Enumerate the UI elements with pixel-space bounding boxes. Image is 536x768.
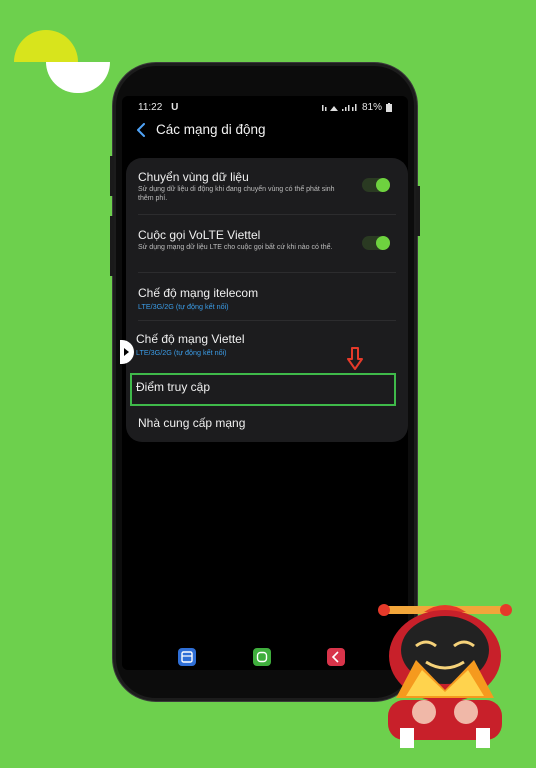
page-title: Các mạng di động [156,122,266,137]
phone-bixby-button [110,216,114,276]
edge-panel-handle[interactable] [120,340,134,364]
setting-title: Chế độ mạng Viettel [136,332,245,346]
battery-icon [386,102,392,112]
home-icon[interactable] [253,648,271,666]
chevron-left-icon[interactable] [136,122,146,137]
back-icon[interactable] [327,648,345,666]
phone-volume-button [110,156,114,196]
setting-subtitle: LTE/3G/2G (tự động kết nối) [138,302,229,311]
access-point-highlight-box [130,373,396,406]
recent-apps-icon[interactable] [178,648,196,666]
header: Các mạng di động [136,122,266,137]
status-time: 11:22 [138,101,163,113]
setting-title: Chuyển vùng dữ liệu [138,170,249,184]
divider [138,214,396,215]
phone-power-button [416,186,420,236]
phone-screen: 11:22 U 81% Các mạng di động Chuyển vùng… [122,96,408,670]
decorative-yellow-semicircle [14,30,78,62]
divider [138,320,396,321]
decorative-white-semicircle [46,62,110,93]
volte-toggle[interactable] [362,236,390,250]
god-of-wealth-mascot-icon [378,604,512,748]
battery-percentage: 81% [361,101,382,113]
setting-title: Chế độ mạng itelecom [138,286,259,300]
signal-wifi-icon [321,103,357,111]
status-left: 11:22 U [138,102,178,113]
navigation-bar [122,648,408,670]
divider [138,272,396,273]
toggle-knob [376,178,390,192]
status-bar: 11:22 U 81% [138,100,392,114]
setting-network-operators[interactable]: Nhà cung cấp mạng [138,416,392,430]
setting-network-mode-itelecom[interactable]: Chế độ mạng itelecom LTE/3G/2G (tự động … [138,286,392,311]
data-roaming-toggle[interactable] [362,178,390,192]
setting-title: Nhà cung cấp mạng [138,416,246,430]
setting-data-roaming[interactable]: Chuyển vùng dữ liệu Sử dụng dữ liệu di đ… [138,170,392,203]
status-right: 81% [321,101,392,113]
down-arrow-icon [347,347,363,370]
setting-description: Sử dụng dữ liệu di động khi đang chuyển … [138,186,335,202]
carrier-icon: U [171,101,179,113]
toggle-knob [376,236,390,250]
setting-volte[interactable]: Cuộc gọi VoLTE Viettel Sử dụng mạng dữ l… [138,228,392,253]
setting-title: Cuộc gọi VoLTE Viettel [138,228,261,242]
setting-description: Sử dụng mạng dữ liệu LTE cho cuộc gọi bấ… [138,244,333,251]
